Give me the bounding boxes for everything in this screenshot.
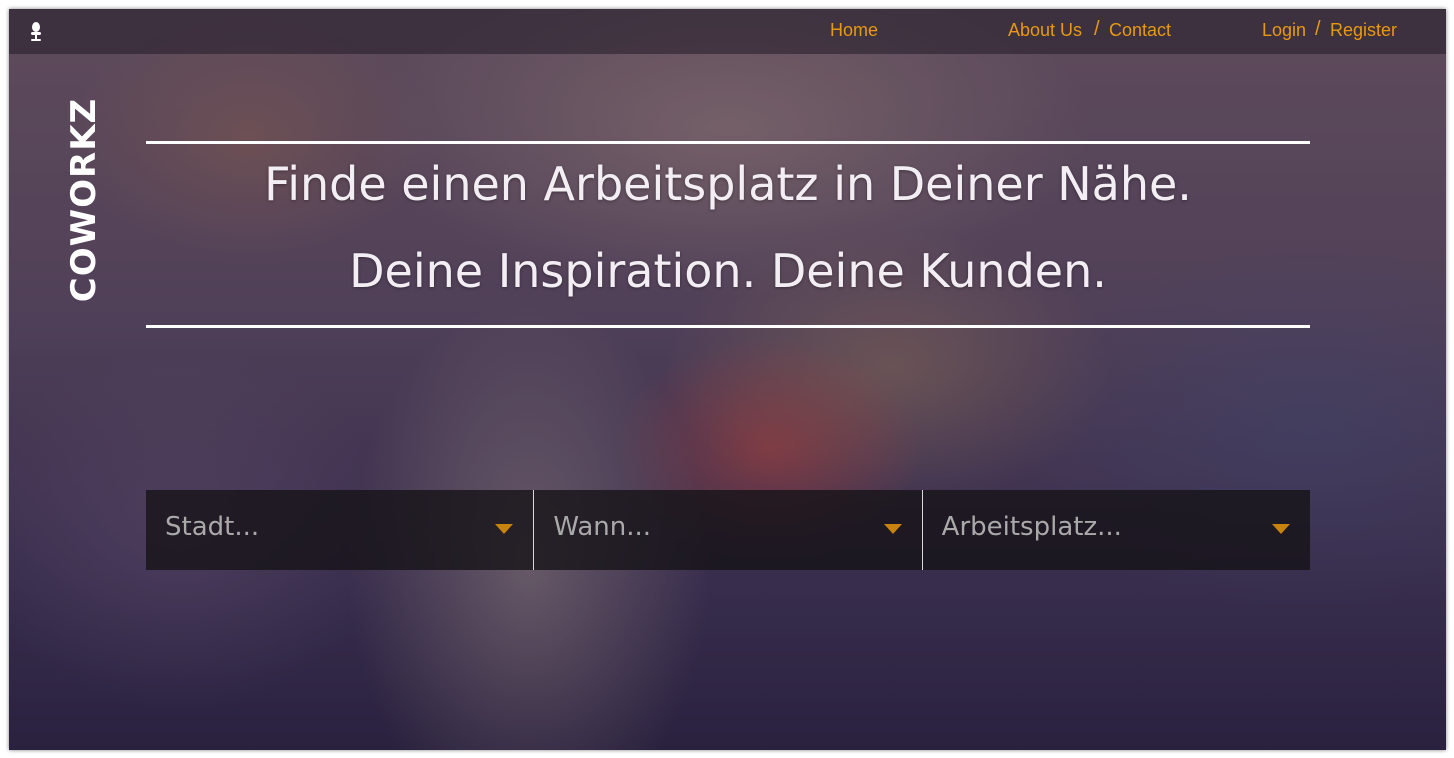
- page-frame: Home About Us / Contact Login / Register…: [9, 9, 1446, 750]
- chevron-down-icon: [883, 524, 902, 534]
- when-select[interactable]: Wann...: [533, 490, 922, 570]
- chair-icon-graphic: [31, 22, 41, 41]
- chevron-down-icon: [495, 524, 514, 534]
- when-select-placeholder: Wann...: [553, 512, 652, 542]
- workspace-select[interactable]: Arbeitsplatz...: [921, 490, 1310, 570]
- search-bar: Stadt... Wann... Arbeitsplatz...: [146, 490, 1310, 570]
- headline-line-1: Finde einen Arbeitsplatz in Deiner Nähe.: [264, 157, 1192, 211]
- nav-separator: /: [1094, 18, 1100, 40]
- brand-logo[interactable]: COWORKZ: [54, 92, 114, 307]
- nav-home-link[interactable]: Home: [830, 20, 878, 41]
- nav-register-link[interactable]: Register: [1330, 20, 1397, 41]
- nav-login-link[interactable]: Login: [1262, 20, 1306, 41]
- nav-separator: /: [1315, 18, 1321, 40]
- headline-bottom-rule: [146, 325, 1310, 328]
- city-select[interactable]: Stadt...: [146, 490, 534, 570]
- workspace-select-placeholder: Arbeitsplatz...: [941, 512, 1122, 542]
- hero-overlay: [9, 9, 1446, 750]
- nav-contact-link[interactable]: Contact: [1109, 20, 1171, 41]
- city-select-placeholder: Stadt...: [165, 512, 260, 542]
- headline-top-rule: [146, 141, 1310, 144]
- chair-icon[interactable]: [26, 22, 46, 44]
- brand-name: COWORKZ: [64, 97, 104, 302]
- nav-about-link[interactable]: About Us: [1008, 20, 1082, 41]
- headline-line-2: Deine Inspiration. Deine Kunden.: [349, 244, 1107, 298]
- chevron-down-icon: [1271, 524, 1290, 534]
- top-navigation: Home About Us / Contact Login / Register: [9, 9, 1446, 54]
